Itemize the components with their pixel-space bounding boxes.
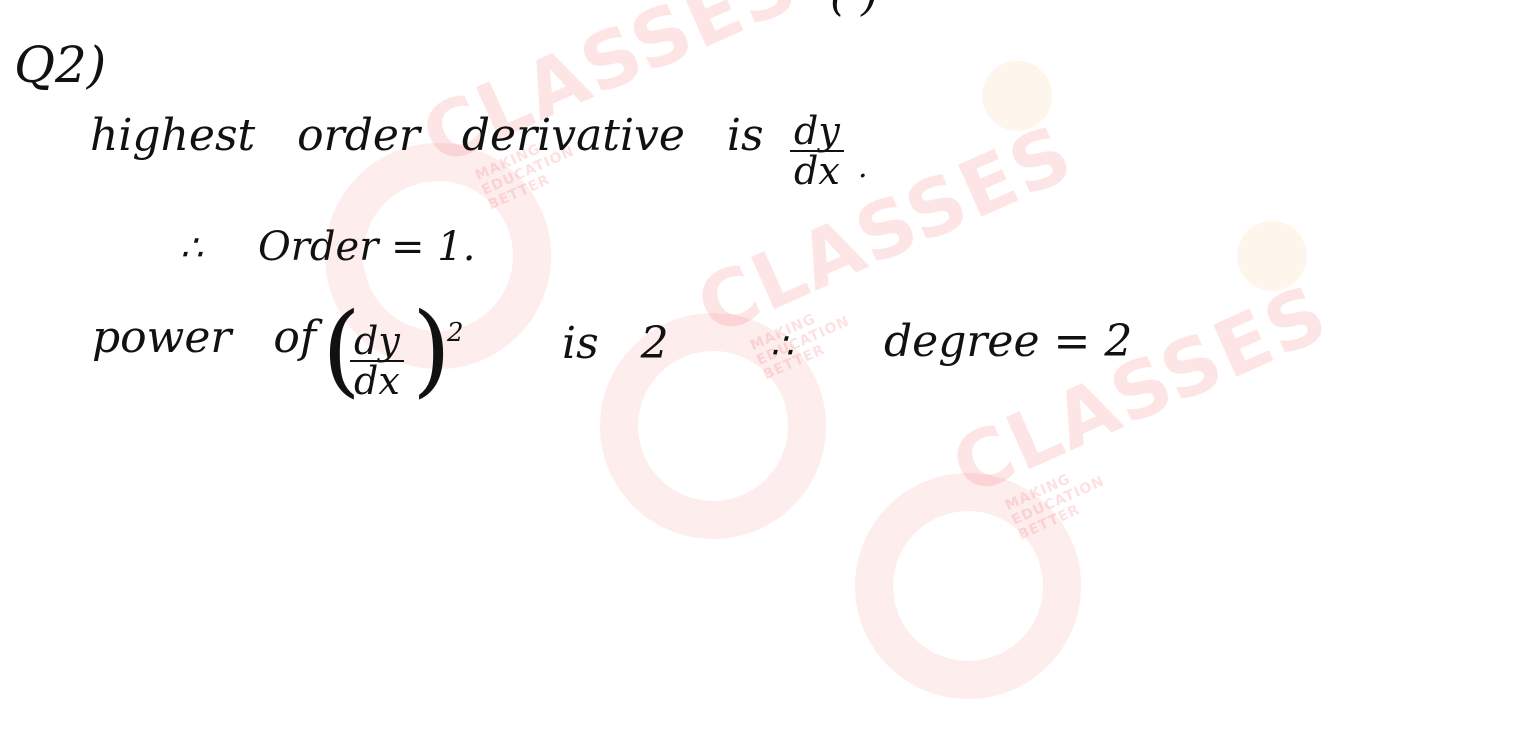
fraction-denominator: dx <box>354 359 400 403</box>
fraction-numerator: dy <box>350 322 404 362</box>
watermark-tagline: MAKING EDUCATION BETTER <box>747 310 853 384</box>
line3-is: is 2 <box>562 318 669 369</box>
exponent: 2 <box>447 318 464 348</box>
degree-result: degree = 2 <box>884 316 1133 367</box>
therefore-symbol: ∴ <box>180 228 203 269</box>
derivative-fraction: dy dx <box>790 112 844 190</box>
watermark-brand: CLASSES <box>939 268 1342 514</box>
order-result: Order = 1. <box>258 224 476 270</box>
fraction-numerator: dy <box>790 112 844 152</box>
close-paren: ) <box>412 291 452 408</box>
line1-text: highest order derivative is <box>90 110 764 161</box>
watermark-icon <box>1225 209 1319 303</box>
line3-power-of: power of <box>92 312 317 363</box>
watermark-tagline: MAKING EDUCATION BETTER <box>1002 470 1108 544</box>
watermark-icon <box>970 49 1064 143</box>
fraction-denominator: dx <box>794 149 840 193</box>
line1-end: . <box>858 150 868 185</box>
top-fragment: ( ) <box>830 0 878 21</box>
therefore-symbol: ∴ <box>770 326 793 367</box>
question-label: Q2) <box>14 36 107 94</box>
derivative-fraction-squared: dy dx <box>350 322 404 400</box>
watermark-ring <box>818 436 1118 735</box>
